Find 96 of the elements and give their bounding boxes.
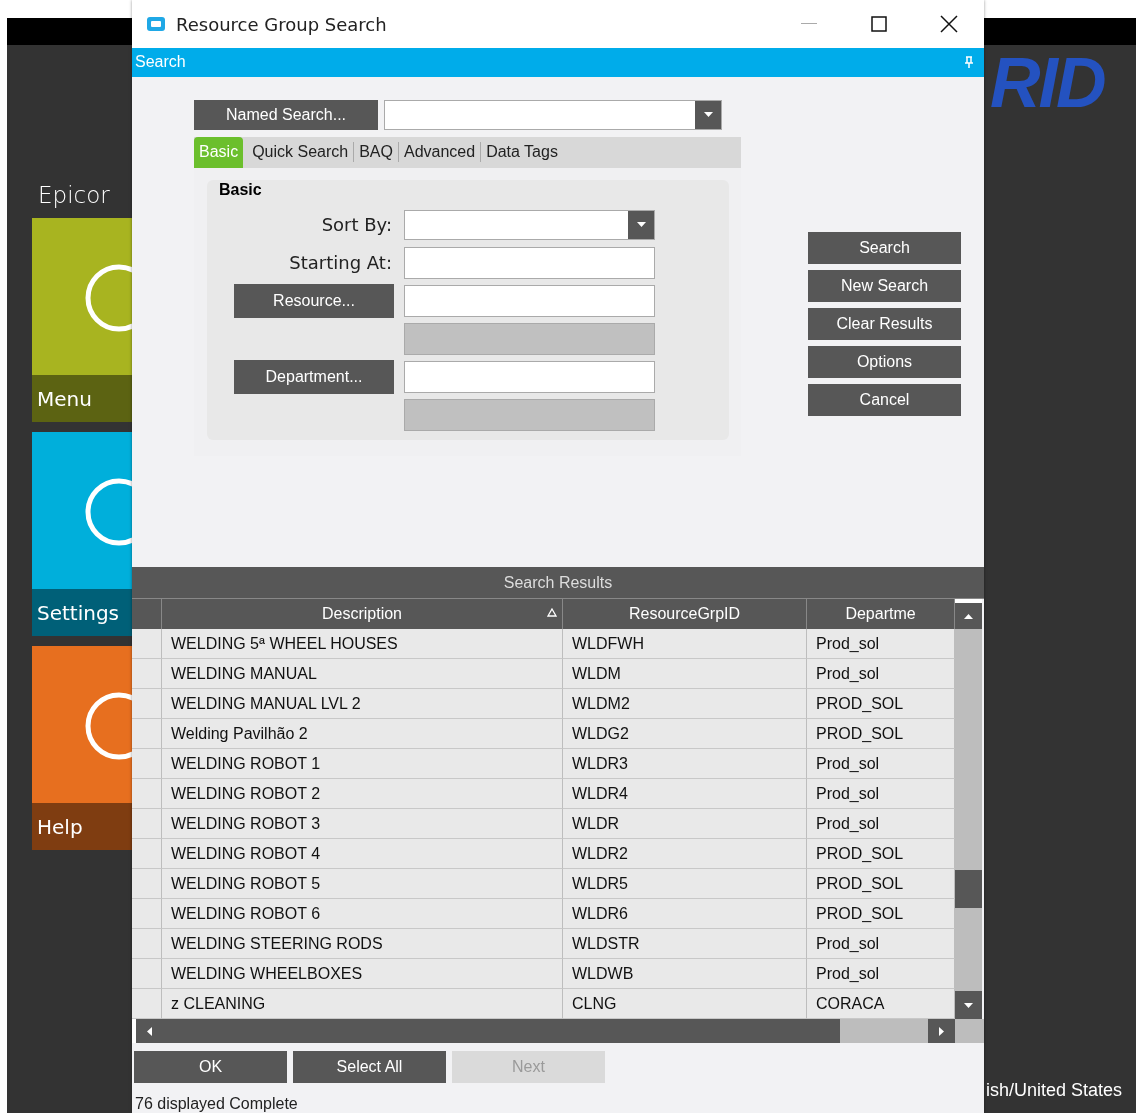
readonly-field[interactable] xyxy=(404,322,655,355)
row-selector[interactable] xyxy=(132,989,162,1020)
table-cell: PROD_SOL xyxy=(807,689,955,720)
input-field[interactable] xyxy=(404,284,655,317)
action-button[interactable]: New Search xyxy=(808,269,961,302)
window-title: Resource Group Search xyxy=(176,13,388,35)
table-cell: WLDR xyxy=(563,809,807,840)
table-cell: Prod_sol xyxy=(807,929,955,960)
table-cell: WLDR4 xyxy=(563,779,807,810)
table-cell: WELDING ROBOT 2 xyxy=(162,779,563,810)
table-cell: Welding Pavilhão 2 xyxy=(162,719,563,750)
tile[interactable] xyxy=(32,646,132,803)
tile-label[interactable]: Menu xyxy=(32,375,132,422)
logo: RID xyxy=(990,48,1105,118)
table-cell: WLDFWH xyxy=(563,629,807,660)
caret-icon xyxy=(636,222,646,228)
caret-icon xyxy=(703,112,713,118)
named-search-combo[interactable] xyxy=(384,99,722,130)
status-text: 76 displayed Complete xyxy=(135,1095,299,1113)
table-cell: WLDM2 xyxy=(563,689,807,720)
pin-icon[interactable] xyxy=(964,55,974,69)
table-cell: WLDWB xyxy=(563,959,807,990)
minimize-icon xyxy=(801,23,817,25)
sort-icon xyxy=(547,608,557,618)
field-label: Starting At: xyxy=(288,252,392,274)
table-cell: PROD_SOL xyxy=(807,899,955,930)
horizontal-scrollbar[interactable] xyxy=(132,1019,984,1043)
table-cell: WLDM xyxy=(563,659,807,690)
tile-label[interactable]: Settings xyxy=(32,589,132,636)
group-title: Basic xyxy=(219,179,263,199)
lookup-button[interactable]: Resource... xyxy=(234,283,394,318)
tab[interactable]: Advanced xyxy=(398,136,481,168)
table-cell: WELDING ROBOT 4 xyxy=(162,839,563,870)
table-cell: CLNG xyxy=(563,989,807,1020)
footer-button[interactable]: Select All xyxy=(293,1051,446,1083)
table-cell: CORACA xyxy=(807,989,955,1020)
table-cell: PROD_SOL xyxy=(807,839,955,870)
locale-text: ish/United States xyxy=(986,1080,1123,1101)
table-cell: PROD_SOL xyxy=(807,869,955,900)
table-cell: Prod_sol xyxy=(807,809,955,840)
action-button[interactable]: Options xyxy=(808,345,961,378)
table-cell: WELDING ROBOT 3 xyxy=(162,809,563,840)
table-cell: WLDG2 xyxy=(563,719,807,750)
field-label: Sort By: xyxy=(320,214,392,236)
table-cell: WLDR6 xyxy=(563,899,807,930)
column-header[interactable]: Description xyxy=(162,599,563,630)
action-button[interactable]: Clear Results xyxy=(808,307,961,340)
named-search-button[interactable]: Named Search... xyxy=(194,99,378,130)
table-cell: WLDR2 xyxy=(563,839,807,870)
maximize-icon xyxy=(871,16,887,32)
row-selector-header xyxy=(132,599,162,630)
tab[interactable]: Data Tags xyxy=(481,136,563,168)
table-cell: Prod_sol xyxy=(807,629,955,660)
tab[interactable]: BAQ xyxy=(354,136,398,168)
readonly-field[interactable] xyxy=(404,398,655,431)
table-cell: WELDING ROBOT 1 xyxy=(162,749,563,780)
table-cell: PROD_SOL xyxy=(807,719,955,750)
table-cell: WELDING STEERING RODS xyxy=(162,929,563,960)
vertical-scrollbar[interactable] xyxy=(955,599,982,1020)
action-button[interactable]: Cancel xyxy=(808,383,961,416)
tile[interactable] xyxy=(32,432,132,589)
table-cell: WELDING MANUAL xyxy=(162,659,563,690)
table-cell: WELDING WHEELBOXES xyxy=(162,959,563,990)
results-header: Search Results xyxy=(132,567,984,600)
table-cell: WELDING 5ª WHEEL HOUSES xyxy=(162,629,563,660)
sort-by-combo[interactable] xyxy=(404,209,655,240)
tab[interactable]: Quick Search xyxy=(247,136,354,168)
close-icon xyxy=(940,15,958,33)
caret-icon xyxy=(146,1026,152,1036)
action-button[interactable]: Search xyxy=(808,231,961,264)
table-cell: Prod_sol xyxy=(807,779,955,810)
table-cell: WLDSTR xyxy=(563,929,807,960)
table-cell: WLDR3 xyxy=(563,749,807,780)
table-cell: WELDING ROBOT 5 xyxy=(162,869,563,900)
tile[interactable] xyxy=(32,218,132,375)
lookup-button[interactable]: Department... xyxy=(234,359,394,394)
tile-label[interactable]: Help xyxy=(32,803,132,850)
panel-title: Search xyxy=(135,53,186,72)
table-cell: Prod_sol xyxy=(807,749,955,780)
footer-button[interactable]: OK xyxy=(134,1051,287,1083)
table-cell: Prod_sol xyxy=(807,959,955,990)
app-brand: Epicor xyxy=(38,182,110,210)
table-cell: z CLEANING xyxy=(162,989,563,1020)
caret-icon xyxy=(964,1002,973,1008)
column-header[interactable]: ResourceGrpID xyxy=(563,599,807,630)
table-cell: WLDR5 xyxy=(563,869,807,900)
caret-icon xyxy=(964,613,973,619)
window-icon xyxy=(146,16,166,32)
table-cell: Prod_sol xyxy=(807,659,955,690)
caret-icon xyxy=(939,1026,944,1036)
scroll-thumb[interactable] xyxy=(955,870,982,909)
input-field[interactable] xyxy=(404,360,655,393)
input-field[interactable] xyxy=(404,246,655,279)
table-cell: WELDING MANUAL LVL 2 xyxy=(162,689,563,720)
column-header[interactable]: Departme xyxy=(807,599,955,630)
table-cell: WELDING ROBOT 6 xyxy=(162,899,563,930)
